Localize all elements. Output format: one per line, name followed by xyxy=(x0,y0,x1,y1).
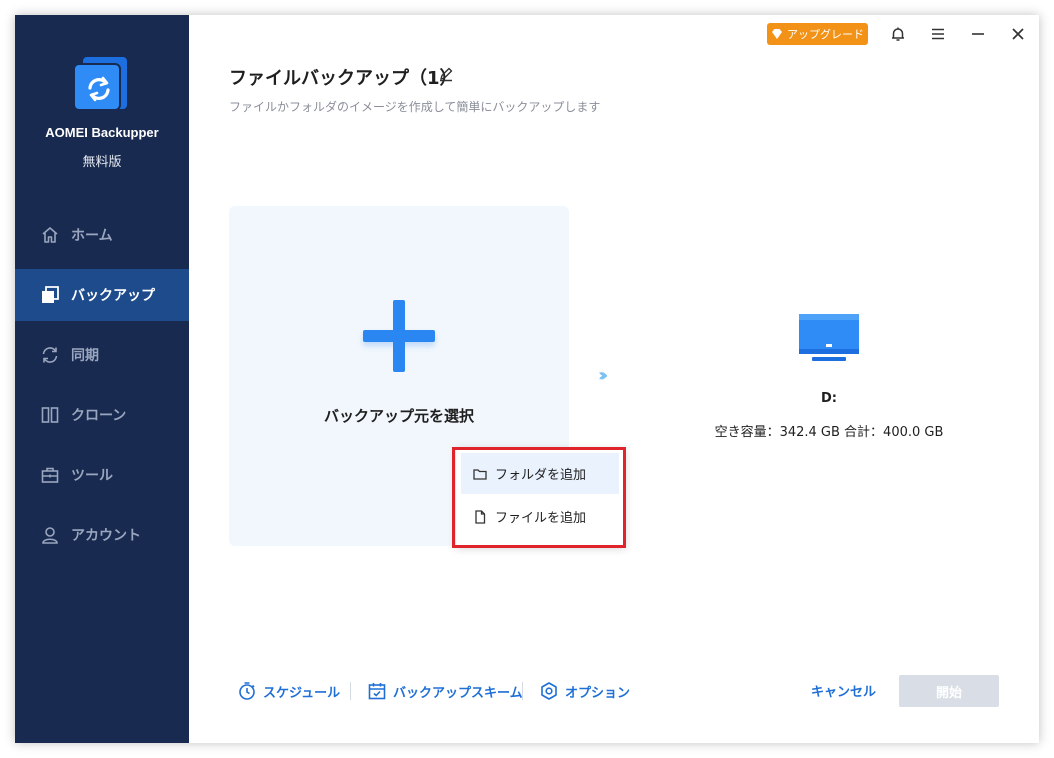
cancel-button[interactable]: キャンセル xyxy=(811,681,876,700)
sidebar-item-label: アカウント xyxy=(71,528,141,544)
destination-capacity: 空き容量：342.4 GB 合計：400.0 GB xyxy=(714,425,944,440)
options-gear-icon xyxy=(541,682,557,700)
backup-icon xyxy=(39,284,61,306)
source-label: バックアップ元を選択 xyxy=(323,407,474,425)
plus-icon-vertical xyxy=(393,300,405,372)
sidebar-item-label: 同期 xyxy=(71,348,99,364)
sidebar-item-label: バックアップ xyxy=(71,288,155,304)
sidebar-item-label: クローン xyxy=(71,408,127,424)
app-window: AOMEI Backupper 無料版 ホーム バックアップ 同期 クローン ツ… xyxy=(15,15,1039,743)
backup-scheme-label: バックアップスキーム xyxy=(393,685,523,701)
divider xyxy=(350,682,351,700)
sidebar-item-clone[interactable]: クローン xyxy=(15,389,189,441)
highlight-box xyxy=(452,447,626,548)
schedule-label: スケジュール xyxy=(263,685,341,701)
direction-arrows-icon: ››› xyxy=(598,365,609,386)
app-logo xyxy=(71,53,133,115)
sidebar-item-backup[interactable]: バックアップ xyxy=(15,269,189,321)
options-button[interactable]: オプション xyxy=(539,679,630,703)
main-panel: アップグレード ファイルバックアップ（1） ファイルかフォルダのイメージを作成し… xyxy=(189,15,1039,743)
page-title: ファイルバックアップ（1） xyxy=(229,68,458,89)
schedule-button[interactable]: スケジュール xyxy=(237,679,340,703)
app-name: AOMEI Backupper xyxy=(45,125,159,140)
start-button[interactable]: 開始 xyxy=(899,675,999,707)
edit-pencil-icon[interactable] xyxy=(438,66,454,86)
close-icon[interactable] xyxy=(1007,23,1029,45)
app-edition: 無料版 xyxy=(82,155,122,170)
calendar-check-icon xyxy=(368,683,386,700)
notification-bell-icon[interactable] xyxy=(887,23,909,45)
sidebar-item-tools[interactable]: ツール xyxy=(15,449,189,501)
upgrade-button[interactable]: アップグレード xyxy=(767,23,868,45)
upgrade-label: アップグレード xyxy=(787,28,864,41)
minimize-icon[interactable] xyxy=(967,23,989,45)
sidebar-item-home[interactable]: ホーム xyxy=(15,209,189,261)
options-label: オプション xyxy=(565,685,631,701)
stopwatch-icon xyxy=(239,682,255,700)
divider xyxy=(522,682,523,700)
clone-icon xyxy=(39,404,61,426)
destination-drive-name: D: xyxy=(821,391,837,406)
diamond-icon xyxy=(772,29,782,39)
sidebar: AOMEI Backupper 無料版 ホーム バックアップ 同期 クローン ツ… xyxy=(15,15,189,743)
sync-icon xyxy=(39,344,61,366)
sidebar-item-label: ホーム xyxy=(71,228,113,244)
sidebar-item-label: ツール xyxy=(71,468,113,484)
page-subtitle: ファイルかフォルダのイメージを作成して簡単にバックアップします xyxy=(229,100,601,114)
drive-monitor-icon[interactable] xyxy=(798,313,860,369)
sidebar-item-sync[interactable]: 同期 xyxy=(15,329,189,381)
account-icon xyxy=(39,524,61,546)
sidebar-item-account[interactable]: アカウント xyxy=(15,509,189,561)
home-icon xyxy=(39,224,61,246)
tools-icon xyxy=(39,464,61,486)
backup-logo-icon xyxy=(88,76,110,102)
backup-scheme-button[interactable]: バックアップスキーム xyxy=(367,679,523,703)
menu-icon[interactable] xyxy=(927,23,949,45)
